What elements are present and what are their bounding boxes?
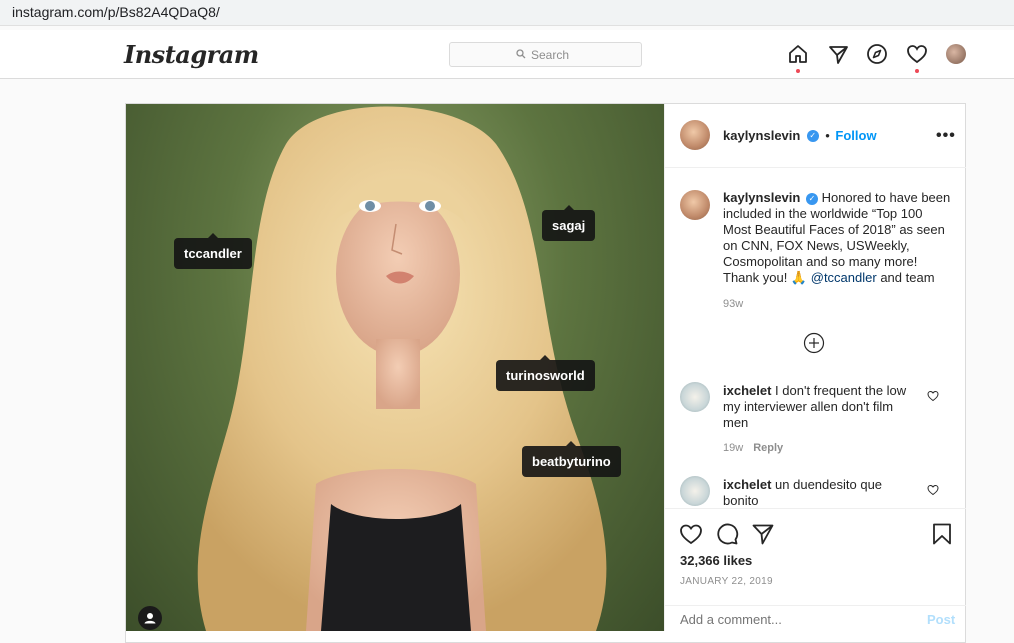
photo-tag-turinosworld[interactable]: turinosworld bbox=[496, 355, 595, 391]
load-more-comments-icon[interactable] bbox=[803, 332, 825, 354]
mention-link[interactable]: @tccandler bbox=[811, 270, 877, 285]
caption-username[interactable]: kaylynslevin bbox=[723, 190, 800, 205]
post-header: kaylynslevin ✓ • Follow ••• bbox=[665, 104, 966, 168]
post-photo[interactable]: tccandler sagaj turinosworld beatbyturin… bbox=[126, 104, 664, 631]
caption-avatar[interactable] bbox=[680, 190, 710, 220]
author-avatar[interactable] bbox=[680, 120, 710, 150]
like-comment-heart-icon[interactable] bbox=[927, 390, 939, 402]
caption-text: kaylynslevin ✓ Honored to have been incl… bbox=[723, 190, 951, 285]
explore-icon[interactable] bbox=[866, 43, 888, 65]
comment-username[interactable]: ixchelet bbox=[723, 477, 771, 492]
comment-bubble-icon[interactable] bbox=[715, 522, 739, 546]
photo-tag-tccandler[interactable]: tccandler bbox=[174, 233, 252, 269]
activity-notification-dot bbox=[915, 69, 919, 73]
search-placeholder: Search bbox=[531, 48, 570, 62]
post-sidebar: kaylynslevin ✓ • Follow ••• kaylynslevin… bbox=[664, 104, 966, 631]
comment-username[interactable]: ixchelet bbox=[723, 383, 771, 398]
more-options-icon[interactable]: ••• bbox=[936, 127, 956, 145]
commenter-avatar[interactable] bbox=[680, 476, 710, 506]
photo-tag-sagaj[interactable]: sagaj bbox=[542, 205, 596, 241]
post-actions: 32,366 likes JANUARY 22, 2019 Post bbox=[665, 508, 966, 631]
instagram-logo[interactable]: Instagram bbox=[124, 40, 259, 69]
like-comment-heart-icon[interactable] bbox=[927, 484, 939, 496]
photo-tag-beatbyturino[interactable]: beatbyturino bbox=[522, 441, 621, 477]
comment-age: 19w bbox=[723, 442, 744, 454]
user-icon bbox=[144, 613, 156, 624]
reply-button[interactable]: Reply bbox=[753, 442, 783, 454]
verified-badge-icon: ✓ bbox=[805, 192, 818, 205]
like-heart-icon[interactable] bbox=[679, 522, 703, 546]
browser-address-bar[interactable]: instagram.com/p/Bs82A4QDaQ8/ bbox=[0, 0, 1014, 26]
top-navigation: Instagram Search bbox=[0, 30, 1014, 79]
save-bookmark-icon[interactable] bbox=[930, 522, 954, 546]
comment-text: ixchelet un duendesito que bonito bbox=[723, 477, 883, 508]
search-icon bbox=[516, 49, 526, 59]
direct-message-icon[interactable] bbox=[827, 43, 849, 65]
author-username[interactable]: kaylynslevin bbox=[723, 128, 800, 143]
comment-meta: 19w Reply bbox=[723, 442, 783, 454]
comment-text: ixchelet I don't frequent the low my int… bbox=[723, 383, 907, 430]
post-comment-button[interactable]: Post bbox=[927, 612, 955, 627]
search-box[interactable]: Search bbox=[449, 42, 642, 67]
verified-badge-icon: ✓ bbox=[806, 129, 819, 142]
url-text[interactable]: instagram.com/p/Bs82A4QDaQ8/ bbox=[12, 4, 220, 20]
activity-heart-icon[interactable] bbox=[906, 43, 928, 65]
home-icon[interactable] bbox=[787, 43, 809, 65]
follow-button[interactable]: Follow bbox=[835, 128, 876, 143]
share-icon[interactable] bbox=[751, 522, 775, 546]
caption-age: 93w bbox=[723, 298, 744, 310]
home-notification-dot bbox=[796, 69, 800, 73]
likes-count[interactable]: 32,366 likes bbox=[680, 553, 752, 568]
add-comment-input[interactable] bbox=[680, 610, 910, 628]
post-date[interactable]: JANUARY 22, 2019 bbox=[680, 576, 773, 587]
tagged-users-button[interactable] bbox=[138, 606, 162, 630]
commenter-avatar[interactable] bbox=[680, 382, 710, 412]
profile-avatar[interactable] bbox=[946, 44, 966, 64]
comments-section[interactable]: kaylynslevin ✓ Honored to have been incl… bbox=[665, 168, 966, 508]
